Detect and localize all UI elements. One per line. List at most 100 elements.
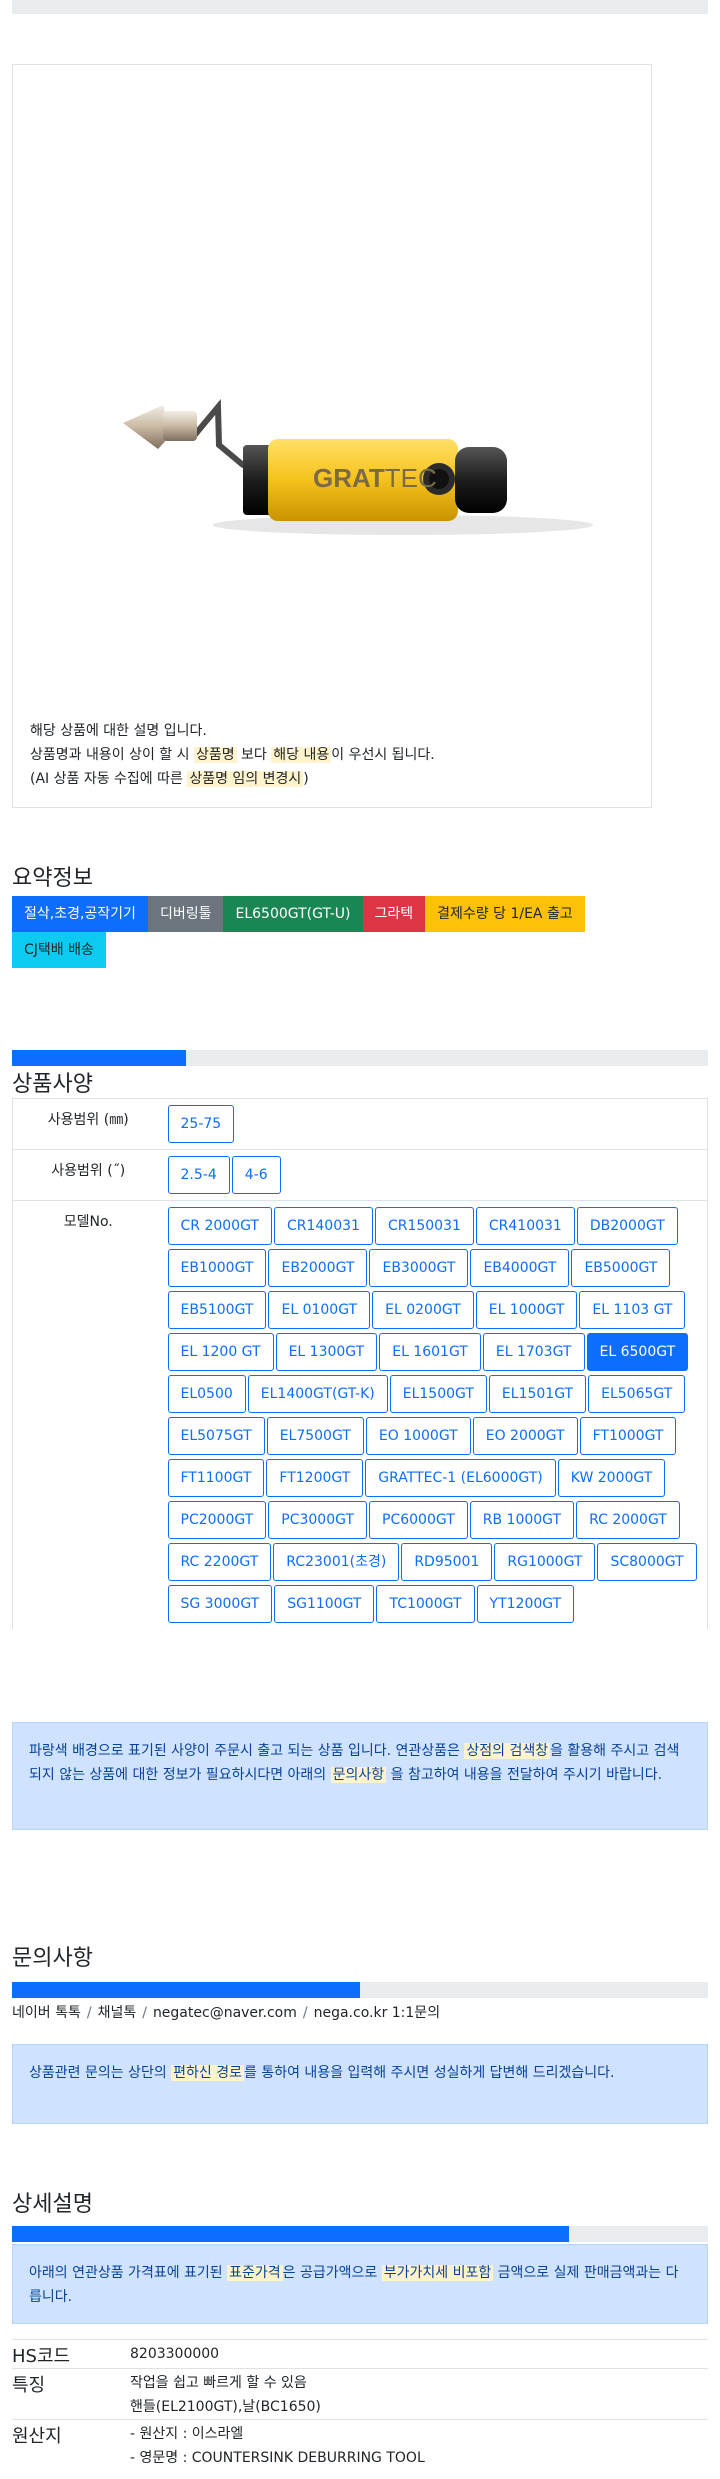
summary-badge: 디버링툴 (147, 896, 224, 932)
info-row: 원산지 - 원산지 : 이스라엘 - 영문명 : COUNTERSINK DEBUR… (12, 2419, 708, 2470)
spec-option-button[interactable]: EB4000GT (470, 1249, 570, 1287)
inquiry-channel-link[interactable]: nega.co.kr 1:1문의 (314, 2005, 440, 2021)
spec-option-button[interactable]: EL 6500GT (586, 1333, 689, 1371)
spec-option-button[interactable]: FT1100GT (167, 1459, 265, 1497)
info-key: HS코드 (12, 2339, 130, 2369)
spec-option-button[interactable]: EL 1703GT (482, 1333, 585, 1371)
spec-option-button[interactable]: EB2000GT (268, 1249, 368, 1287)
spec-option-button[interactable]: PC2000GT (167, 1501, 267, 1539)
info-line: - 원산지 : 이스라엘 (130, 2426, 244, 2442)
spec-row: 사용범위 (˝) 2.5-4 4-6 (12, 1149, 708, 1201)
spec-option-button[interactable]: EB5000GT (571, 1249, 671, 1287)
spec-option-button[interactable]: CR 2000GT (167, 1207, 272, 1245)
spec-option-button[interactable]: 25-75 (167, 1105, 235, 1143)
info-key: 원산지 (12, 2419, 130, 2470)
channel-separator: / (142, 2005, 147, 2021)
spec-option-button[interactable]: PC3000GT (268, 1501, 367, 1539)
spec-option-button[interactable]: DB2000GT (576, 1207, 678, 1245)
inquiry-progress (12, 1982, 708, 1998)
product-image-panel: GRATTEC 해당 상품에 대한 설명 입니다. 상품명과 내용이 상이 할 … (12, 64, 652, 808)
spec-row: 사용범위 (㎜) 25-75 (12, 1098, 708, 1150)
spec-option-button[interactable]: GRATTEC-1 (EL6000GT) (365, 1459, 556, 1497)
spec-option-button[interactable]: EB3000GT (369, 1249, 469, 1287)
info-line: 핸들(EL2100GT),날(BC1650) (130, 2399, 321, 2415)
spec-option-button[interactable]: EL 1103 GT (579, 1291, 686, 1329)
inquiry-channel-link[interactable]: 채널톡 (98, 2005, 137, 2021)
spec-option-button[interactable]: PC6000GT (369, 1501, 468, 1539)
inquiry-channel-link[interactable]: negatec@naver.com (153, 2005, 297, 2021)
info-key: 특징 (12, 2368, 130, 2420)
spec-option-button[interactable]: EL 1601GT (379, 1333, 481, 1371)
spec-option-button[interactable]: 2.5-4 (167, 1156, 230, 1194)
spec-option-button[interactable]: EL1501GT (488, 1375, 587, 1413)
info-line: 작업을 쉽고 빠르게 할 수 있음 (130, 2375, 307, 2391)
specs-progress (12, 1050, 708, 1066)
spec-option-button[interactable]: SG1100GT (274, 1585, 375, 1623)
spec-option-button[interactable]: EL1500GT (389, 1375, 487, 1413)
summary-badge: CJ택배 배송 (12, 932, 106, 968)
product-description: 해당 상품에 대한 설명 입니다. 상품명과 내용이 상이 할 시 상품명 보다… (30, 719, 435, 791)
spec-option-button[interactable]: SC8000GT (597, 1543, 697, 1581)
inquiry-channel-link[interactable]: 네이버 톡톡 (12, 2005, 81, 2021)
spec-option-button[interactable]: EL 1300GT (275, 1333, 378, 1371)
detail-title: 상세설명 (12, 2192, 93, 2217)
specs-notice: 파랑색 배경으로 표기된 사양이 주문시 출고 되는 상품 입니다. 연관상품은… (12, 1722, 708, 1830)
channel-separator: / (302, 2005, 308, 2021)
spec-option-button[interactable]: YT1200GT (476, 1585, 575, 1623)
spec-option-button[interactable]: KW 2000GT (557, 1459, 666, 1497)
inquiry-channels: 네이버 톡톡 / 채널톡 / negatec@naver.com / nega.co.kr … (12, 2002, 440, 2022)
spec-options: 2.5-4 4-6 (163, 1149, 708, 1201)
spec-options: CR 2000GT CR140031 CR150031 CR410031 DB2000G… (163, 1200, 708, 1629)
spec-option-button[interactable]: RB 1000GT (469, 1501, 575, 1539)
info-line: - 영문명 : COUNTERSINK DEBURRING TOOL (130, 2450, 425, 2466)
spec-option-button[interactable]: EB5100GT (167, 1291, 267, 1329)
spec-options: 25-75 (163, 1098, 708, 1150)
spec-option-button[interactable]: RD95001 (401, 1543, 493, 1581)
spec-option-button[interactable]: EB1000GT (167, 1249, 267, 1287)
spec-label: 사용범위 (˝) (12, 1149, 164, 1201)
summary-badge: EL6500GT(GT-U) (223, 896, 363, 932)
spec-row: 모델No. CR 2000GT CR140031 CR150031 CR410031 DB… (12, 1200, 708, 1629)
info-row: 특징 작업을 쉽고 빠르게 할 수 있음핸들(EL2100GT),날(BC1650… (12, 2368, 708, 2420)
spec-option-button[interactable]: RC 2200GT (167, 1543, 272, 1581)
spec-option-button[interactable]: CR150031 (374, 1207, 474, 1245)
channel-separator: / (86, 2005, 92, 2021)
spec-label: 모델No. (12, 1200, 164, 1629)
detail-progress (12, 2226, 708, 2242)
spec-option-button[interactable]: EL5075GT (167, 1417, 265, 1455)
summary-badges: 절삭,초경,공작기기 디버링툴 EL6500GT(GT-U) 그라텍 결제수량 당 1/… (12, 896, 652, 968)
spec-option-button[interactable]: EL 0200GT (372, 1291, 474, 1329)
spec-option-button[interactable]: EO 1000GT (365, 1417, 471, 1455)
info-value: - 원산지 : 이스라엘 - 영문명 : COUNTERSINK DEBURRIN… (130, 2419, 708, 2470)
spec-option-button[interactable]: FT1200GT (266, 1459, 364, 1497)
spec-option-button[interactable]: EL7500GT (266, 1417, 364, 1455)
spec-option-button[interactable]: FT1000GT (579, 1417, 677, 1455)
spec-option-button[interactable]: SG 3000GT (167, 1585, 273, 1623)
spec-option-button[interactable]: EL 0100GT (268, 1291, 371, 1329)
info-row: HS코드 8203300000 (12, 2339, 708, 2369)
spec-option-button[interactable]: EO 2000GT (472, 1417, 578, 1455)
spec-option-button[interactable]: RC 2000GT (576, 1501, 680, 1539)
info-value: 8203300000 (130, 2339, 708, 2369)
spec-option-button[interactable]: CR410031 (475, 1207, 575, 1245)
summary-title: 요약정보 (12, 866, 93, 891)
summary-badge: 결제수량 당 1/EA 출고 (425, 896, 585, 932)
spec-option-button[interactable]: CR140031 (273, 1207, 373, 1245)
spec-option-button[interactable]: 4-6 (231, 1156, 281, 1194)
spec-option-button[interactable]: EL 1200 GT (167, 1333, 274, 1371)
info-value: 작업을 쉽고 빠르게 할 수 있음핸들(EL2100GT),날(BC1650) (130, 2368, 708, 2420)
spec-option-button[interactable]: EL1400GT(GT-K) (247, 1375, 388, 1413)
spec-option-button[interactable]: EL0500 (167, 1375, 246, 1413)
detail-info-table: HS코드 8203300000 특징 작업을 쉽고 빠르게 할 수 있음핸들(EL21… (12, 2339, 708, 2470)
inquiry-notice: 상품관련 문의는 상단의 편하신 경로 를 통하여 내용을 입력해 주시면 성실하… (12, 2044, 708, 2124)
spec-option-button[interactable]: EL5065GT (588, 1375, 686, 1413)
specs-title: 상품사양 (12, 1072, 93, 1097)
spec-option-button[interactable]: RG1000GT (494, 1543, 596, 1581)
info-line: 8203300000 (130, 2346, 220, 2362)
detail-notice: 아래의 연관상품 가격표에 표기된 표준가격 은 공급가액으로 부가가치세 비포함… (12, 2244, 708, 2324)
specs-table: 사용범위 (㎜) 25-75 사용범위 (˝) 2.5-4 4-6 모델No. CR 200… (12, 1098, 708, 1629)
spec-option-button[interactable]: RC23001(초경) (273, 1543, 400, 1581)
inquiry-title: 문의사항 (12, 1946, 93, 1971)
spec-option-button[interactable]: EL 1000GT (475, 1291, 578, 1329)
spec-option-button[interactable]: TC1000GT (376, 1585, 475, 1623)
